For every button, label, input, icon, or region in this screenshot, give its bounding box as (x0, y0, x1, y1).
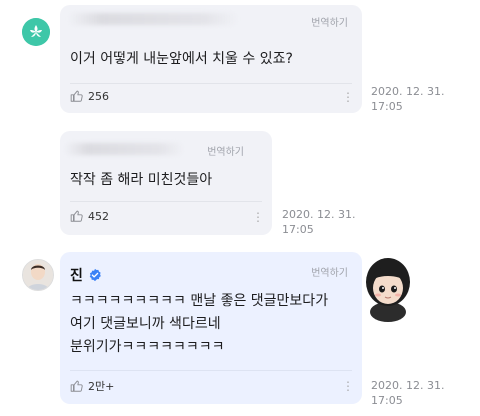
comment-line-2: 여기 댓글보니까 색다르네 (70, 316, 221, 332)
timestamp-time: 17:05 (371, 100, 403, 113)
comment-bubble-1: 번역하기 이거 어떻게 내눈앞에서 치울 수 있죠? 256 ⋮ (60, 5, 362, 113)
timestamp-date: 2020. 12. 31. (371, 379, 445, 392)
like-button[interactable]: 2만+ (70, 378, 114, 394)
like-button[interactable]: 452 (70, 209, 109, 223)
like-count: 256 (88, 89, 109, 103)
like-button[interactable]: 256 (70, 89, 109, 103)
redacted-username (68, 13, 238, 25)
like-count: 452 (88, 209, 109, 223)
timestamp-date: 2020. 12. 31. (371, 85, 445, 98)
comment-timestamp: 2020. 12. 31. 17:05 (371, 84, 444, 114)
comment-text: 이거 어떻게 내눈앞에서 치울 수 있죠? (70, 51, 293, 67)
verified-badge-icon (89, 268, 101, 282)
like-count: 2만+ (88, 380, 115, 393)
translate-button[interactable]: 번역하기 (311, 14, 348, 29)
more-vertical-icon[interactable]: ⋮ (342, 380, 354, 392)
comment-bubble-artist: 번역하기 진 ㅋㅋㅋㅋㅋㅋㅋㅋㅋ 맨날 좋은 댓글만보다가 여기 댓글보니까 색… (60, 252, 362, 404)
fan-avatar-1[interactable] (22, 18, 50, 46)
character-sticker (358, 252, 418, 322)
redacted-username (64, 143, 184, 155)
timestamp-time: 17:05 (282, 223, 314, 236)
timestamp-date: 2020. 12. 31. (282, 208, 356, 221)
author-name: 진 (70, 268, 83, 284)
comment-text: 작작 좀 해라 미친것들아 (70, 172, 213, 188)
comment-bubble-2: 번역하기 작작 좀 해라 미친것들아 452 ⋮ (60, 131, 272, 235)
more-vertical-icon[interactable]: ⋮ (342, 91, 354, 103)
translate-button[interactable]: 번역하기 (311, 264, 348, 279)
artist-name: 진 (70, 265, 102, 285)
cartoon-character-icon (366, 258, 410, 322)
thumbs-up-icon (70, 380, 83, 392)
profile-photo-icon (23, 260, 53, 290)
comment-timestamp: 2020. 12. 31. 17:05 (371, 378, 444, 408)
translate-button[interactable]: 번역하기 (207, 143, 244, 158)
thumbs-up-icon (70, 90, 83, 102)
flower-logo-icon (22, 18, 50, 46)
divider (70, 201, 262, 202)
thumbs-up-icon (70, 210, 83, 222)
timestamp-time: 17:05 (371, 394, 403, 407)
more-vertical-icon[interactable]: ⋮ (252, 211, 264, 223)
comment-line-3: 분위기가ㅋㅋㅋㅋㅋㅋㅋㅋ (70, 339, 225, 355)
divider (70, 83, 352, 84)
comment-line-1: ㅋㅋㅋㅋㅋㅋㅋㅋㅋ 맨날 좋은 댓글만보다가 (70, 293, 329, 309)
divider (70, 370, 352, 371)
artist-avatar[interactable] (22, 259, 54, 291)
comment-timestamp: 2020. 12. 31. 17:05 (282, 207, 355, 237)
